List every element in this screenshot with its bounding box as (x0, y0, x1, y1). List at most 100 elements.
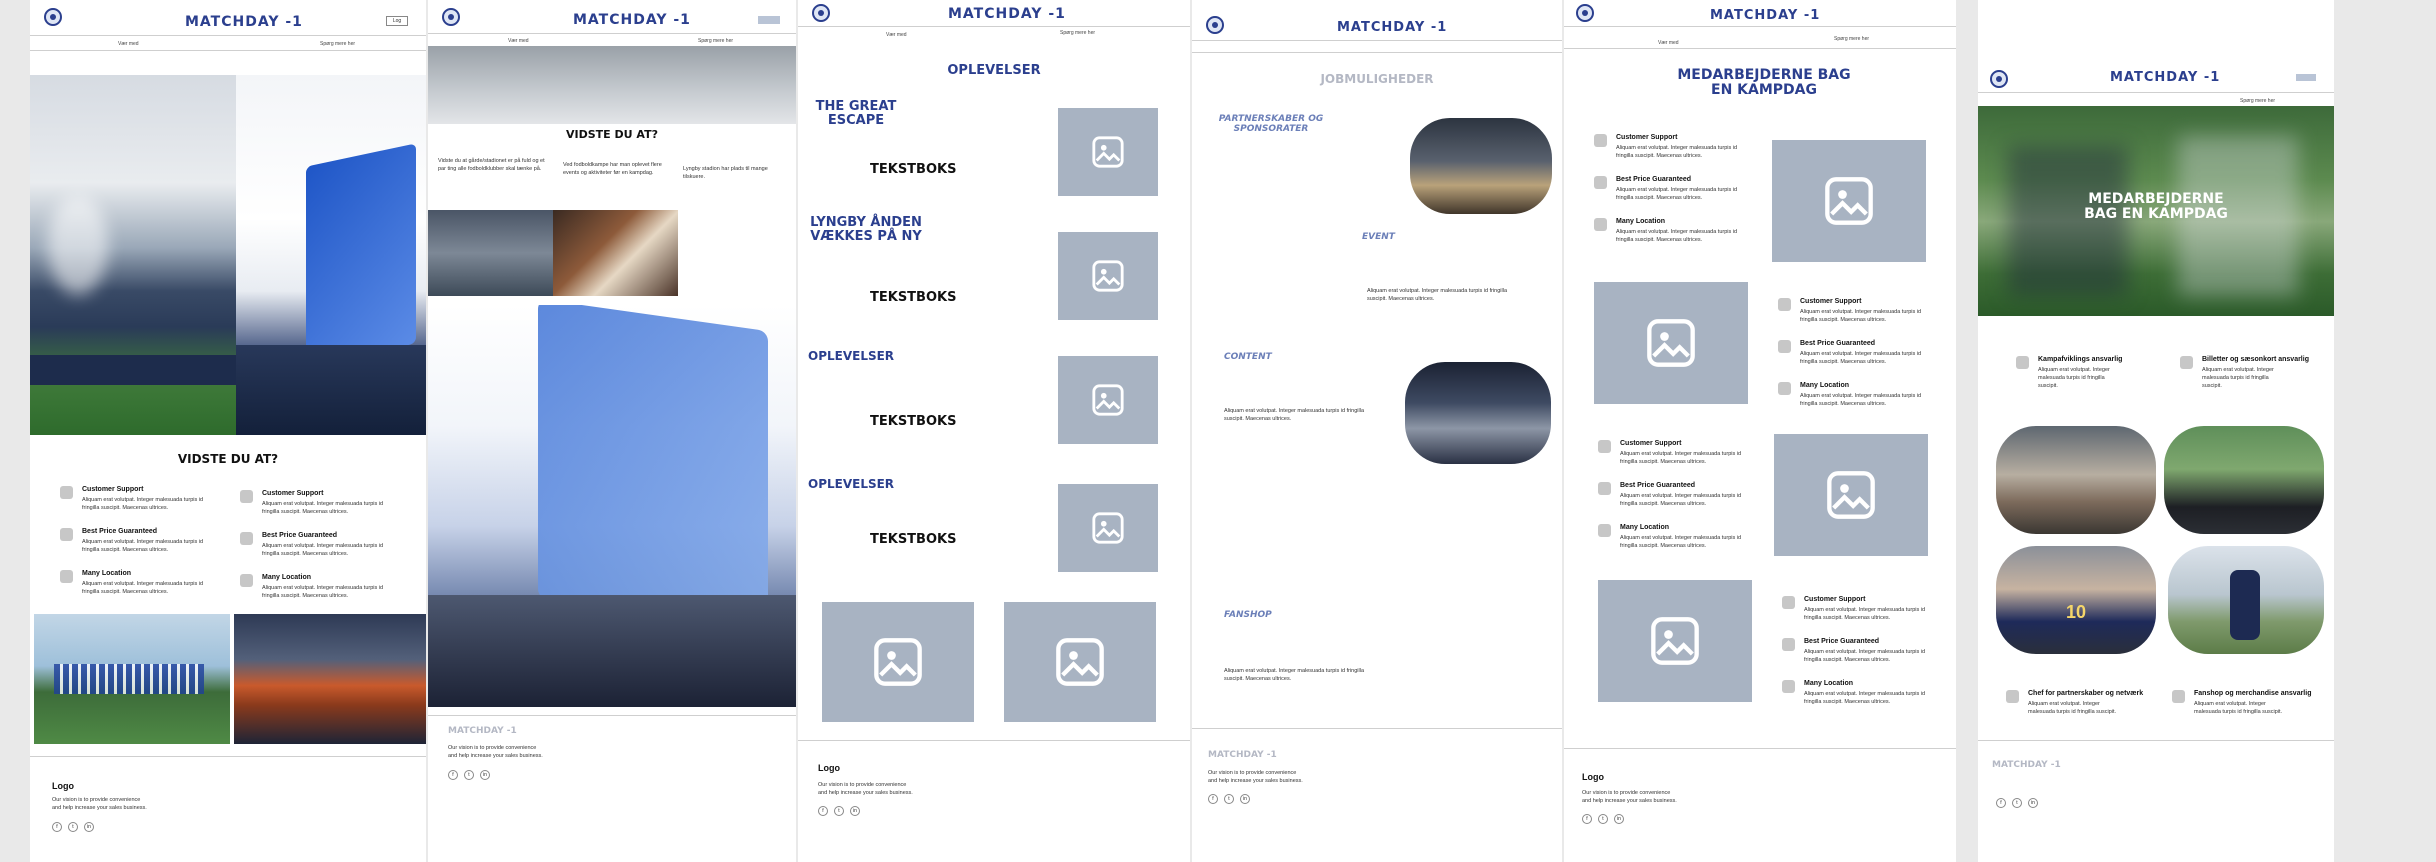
social-icon[interactable]: t (68, 822, 78, 832)
header-button[interactable] (758, 16, 780, 24)
social-icon[interactable]: in (1240, 794, 1250, 804)
club-logo-icon[interactable] (1206, 16, 1224, 34)
section-heading: FANSHOP (1224, 610, 1272, 620)
image-placeholder-icon (1092, 512, 1124, 544)
image-placeholder (1058, 484, 1158, 572)
social-icon[interactable]: t (834, 806, 844, 816)
feature-icon (60, 486, 73, 499)
nav-link-right[interactable]: Spørg mere her (1060, 30, 1095, 36)
social-icon[interactable]: f (52, 822, 62, 832)
section-heading: VIDSTE DU AT? (566, 128, 658, 141)
staff-photo (2164, 426, 2324, 534)
section-text: Aliquam erat volutpat. Integer malesuada… (1367, 288, 1508, 302)
footer-text: Our vision is to provide convenience and … (818, 782, 913, 796)
section-heading: THE GREAT ESCAPE (815, 99, 897, 128)
banner-photo (428, 46, 796, 124)
social-icon[interactable]: f (1582, 814, 1592, 824)
info-column: Ved fodboldkampe har man oplevet flere e… (563, 162, 662, 176)
text-box: TEKSTBOKS (870, 414, 957, 429)
brand-title: MATCHDAY -1 (948, 6, 1066, 22)
nav-link-right[interactable]: Spørg mere her (698, 38, 733, 44)
brand-title: MATCHDAY -1 (1337, 20, 1448, 35)
partner-photo (1410, 118, 1552, 214)
image-placeholder (1772, 140, 1926, 262)
hero-photo-flag (236, 75, 426, 435)
footer-logo[interactable]: Logo (52, 781, 74, 791)
club-logo-icon[interactable] (1990, 70, 2008, 88)
jersey-number: 10 (2066, 602, 2087, 622)
footer-logo[interactable]: Logo (1582, 772, 1604, 782)
panel-3-oplevelser: MATCHDAY -1 Vær med Spørg mere her OPLEV… (798, 0, 1190, 862)
content-photo (1405, 362, 1551, 464)
social-icon[interactable]: in (1614, 814, 1624, 824)
image-placeholder (1594, 282, 1748, 404)
header-button[interactable]: Log (386, 16, 408, 26)
team-photo (34, 614, 230, 744)
social-icon[interactable]: t (464, 770, 474, 780)
club-logo-icon[interactable] (44, 8, 62, 26)
text-box: TEKSTBOKS (870, 290, 957, 305)
feature-icon (1598, 482, 1611, 495)
role-icon (2180, 356, 2193, 369)
footer-logo[interactable]: Logo (818, 763, 840, 773)
image-placeholder-icon (1092, 136, 1124, 168)
header-button[interactable] (2296, 74, 2316, 81)
social-icon[interactable]: t (1598, 814, 1608, 824)
feature-icon (1594, 176, 1607, 189)
feature-icon (60, 528, 73, 541)
footer-brand: MATCHDAY -1 (1208, 750, 1277, 760)
nav-link-left[interactable]: Vær med (508, 38, 529, 44)
feature-icon (1598, 440, 1611, 453)
social-icon[interactable]: in (84, 822, 94, 832)
social-icon[interactable]: in (480, 770, 490, 780)
social-icon[interactable]: f (1208, 794, 1218, 804)
nav-link-left[interactable]: Vær med (886, 32, 907, 38)
footer-text: Our vision is to provide convenience and … (52, 797, 147, 811)
image-placeholder-icon (1825, 177, 1873, 225)
social-icon[interactable]: t (2012, 798, 2022, 808)
footer-text: Our vision is to provide convenience and … (1582, 790, 1677, 804)
footer-text: Our vision is to provide convenience and … (1208, 770, 1303, 784)
social-icon[interactable]: f (1996, 798, 2006, 808)
section-heading: PARTNERSKABER OG SPONSORATER (1218, 114, 1324, 134)
brand-title: MATCHDAY -1 (1710, 8, 1821, 23)
feature-icon (1778, 340, 1791, 353)
image-placeholder-icon (1092, 260, 1124, 292)
social-icon[interactable]: f (818, 806, 828, 816)
feature-icon (240, 574, 253, 587)
image-placeholder (1598, 580, 1752, 702)
panel-6-medarbejdere-roller: MATCHDAY -1 Spørg mere her MEDARBEJDERNE… (1978, 0, 2334, 862)
panel-2-vidste-du: MATCHDAY -1 Vær med Spørg mere her VIDST… (428, 0, 796, 862)
feature-icon (240, 532, 253, 545)
feature-icon (240, 490, 253, 503)
club-logo-icon[interactable] (812, 4, 830, 22)
nav-link-right[interactable]: Spørg mere her (2240, 98, 2275, 104)
nav-link-right[interactable]: Spørg mere her (1834, 36, 1869, 42)
image-placeholder-icon (874, 638, 922, 686)
social-icon[interactable]: t (1224, 794, 1234, 804)
page-title: JOBMULIGHEDER (1320, 72, 1434, 86)
club-logo-icon[interactable] (442, 8, 460, 26)
feature-icon (1594, 218, 1607, 231)
nav-link-left[interactable]: Vær med (118, 41, 139, 47)
panel-1-frontpage: MATCHDAY -1 Log Vær med Spørg mere her V… (30, 0, 426, 862)
image-placeholder-icon (1647, 319, 1695, 367)
social-icon[interactable]: in (850, 806, 860, 816)
brand-title: MATCHDAY -1 (573, 12, 691, 28)
fans-flare-photo (234, 614, 426, 744)
footer-brand: MATCHDAY -1 (448, 726, 517, 736)
social-icon[interactable]: f (448, 770, 458, 780)
nav-link-left[interactable]: Vær med (1658, 40, 1679, 46)
nav-link-right[interactable]: Spørg mere her (320, 41, 355, 47)
feature-icon (1598, 524, 1611, 537)
image-placeholder (1004, 602, 1156, 722)
hero-photo-players: MEDARBEJDERNE BAG EN KAMPDAG (1978, 106, 2334, 316)
section-heading: VIDSTE DU AT? (177, 452, 279, 466)
page-title: OPLEVELSER (947, 63, 1041, 78)
role-icon (2172, 690, 2185, 703)
social-icon[interactable]: in (2028, 798, 2038, 808)
section-text: Aliquam erat volutpat. Integer malesuada… (1224, 668, 1365, 682)
club-logo-icon[interactable] (1576, 4, 1594, 22)
role-icon (2006, 690, 2019, 703)
feature-icon (1782, 596, 1795, 609)
